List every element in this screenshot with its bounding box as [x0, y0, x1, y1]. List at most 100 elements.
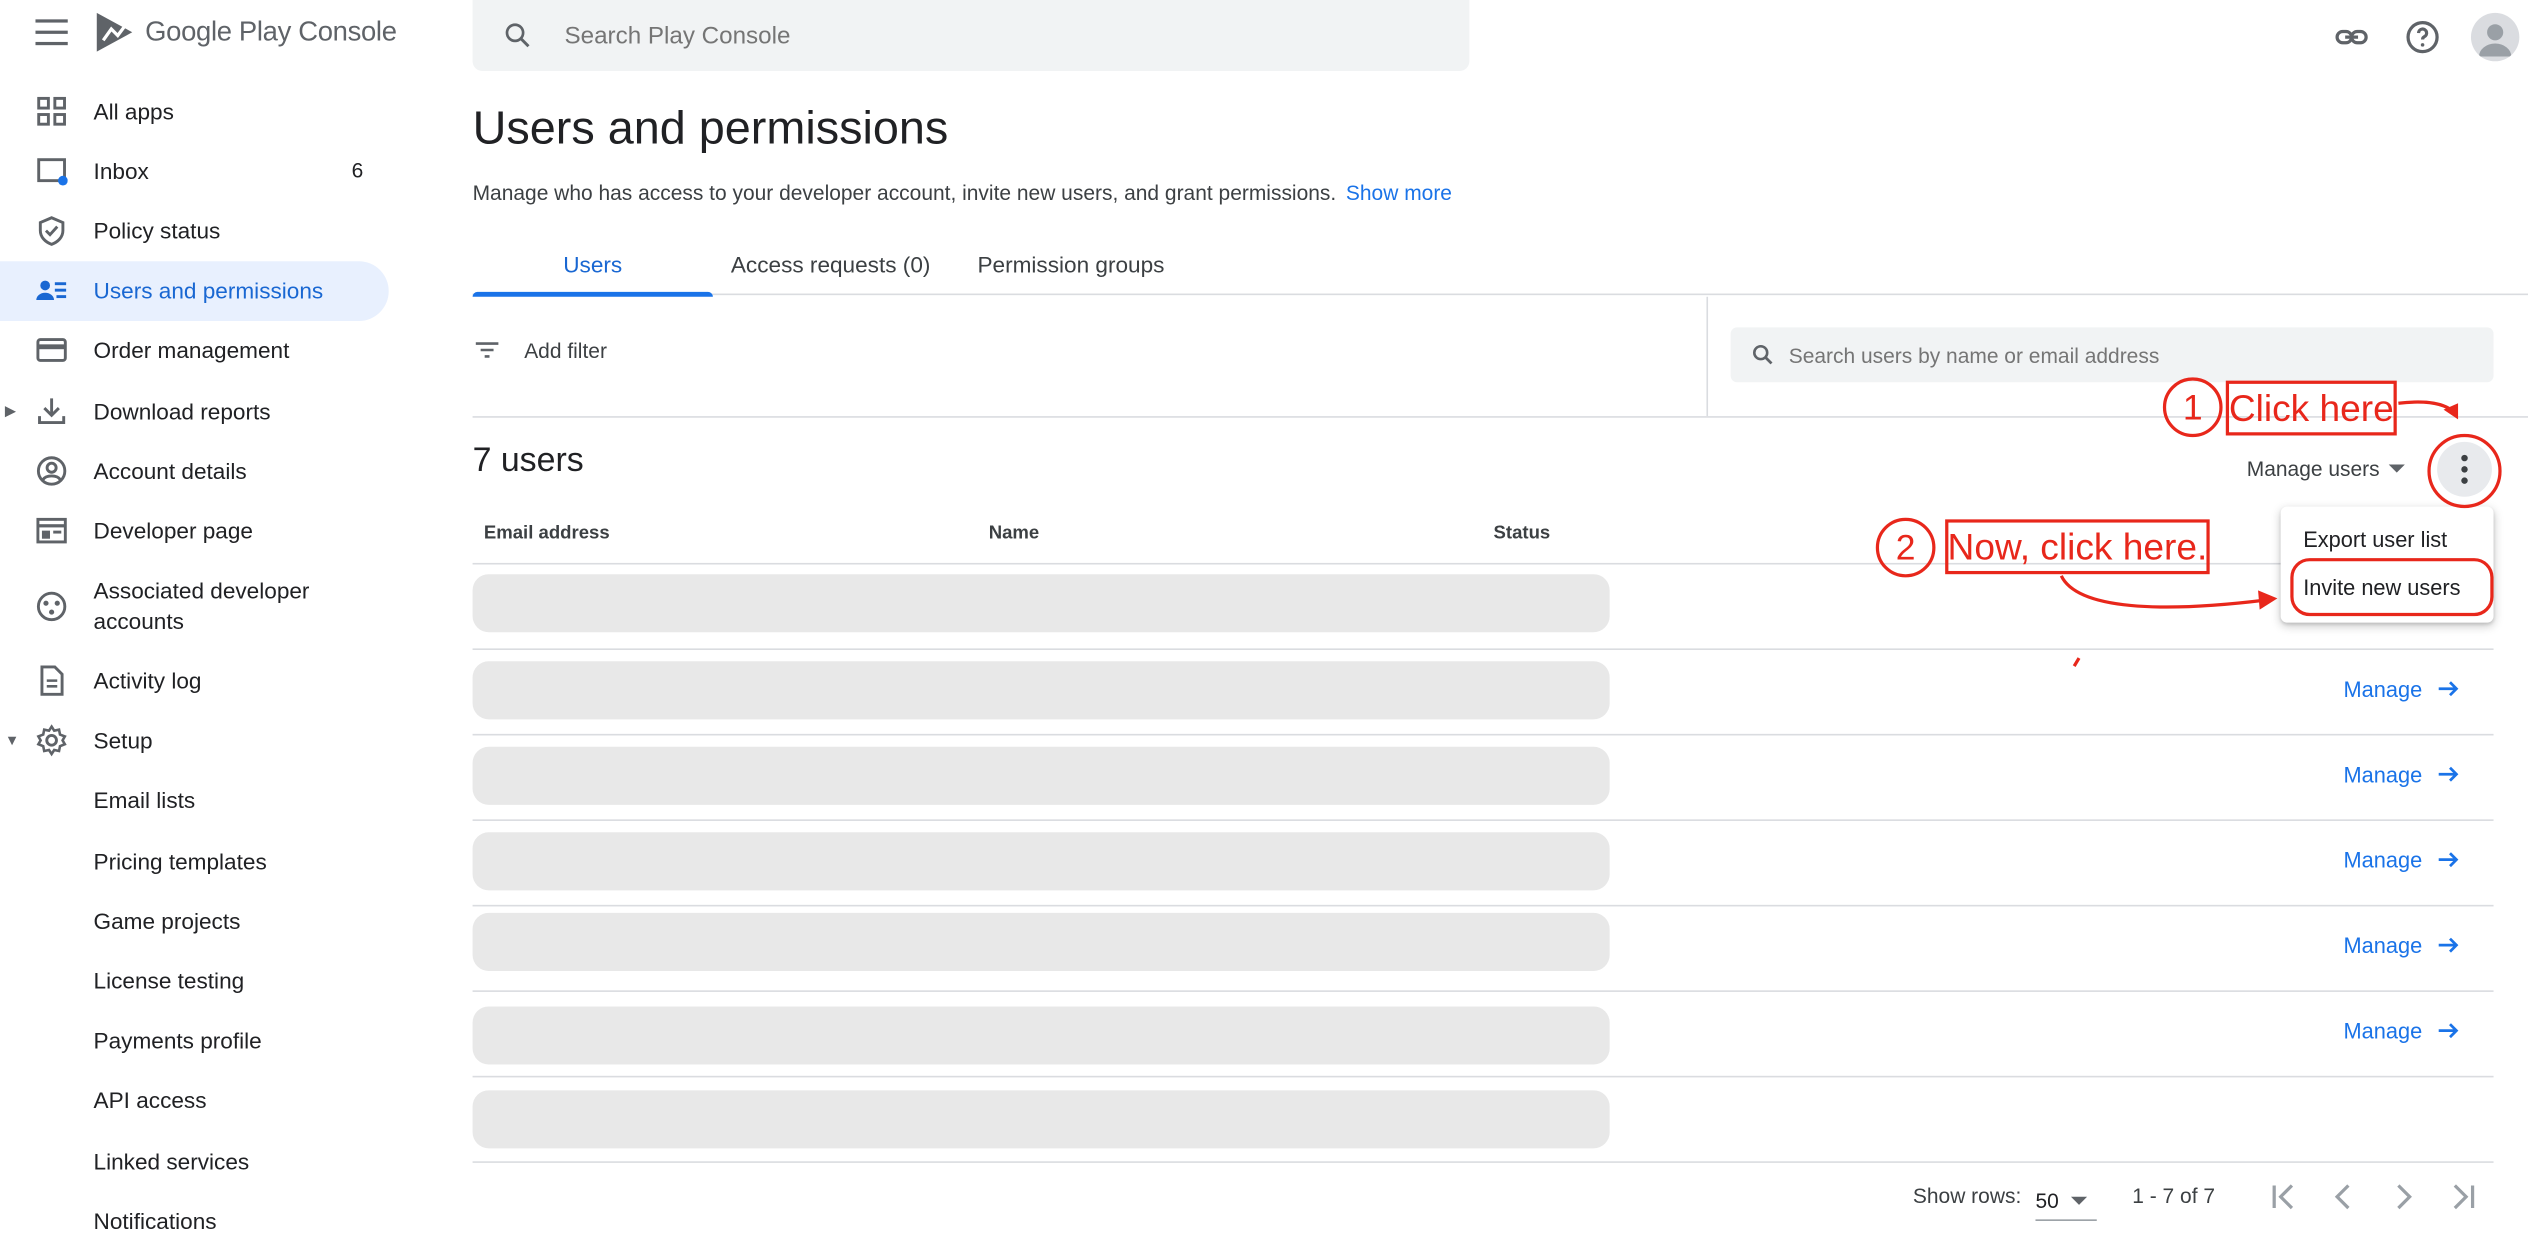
sidebar-item-order-management[interactable]: Order management: [0, 321, 403, 381]
table-row[interactable]: [472, 912, 1610, 971]
tab-access-requests[interactable]: Access requests (0): [724, 232, 937, 295]
pagination-range: 1 - 7 of 7: [2132, 1183, 2216, 1209]
sidebar-item-label: Order management: [93, 337, 290, 364]
top-actions: [2300, 12, 2528, 62]
menu-item-export-user-list[interactable]: Export user list: [2303, 527, 2447, 551]
manage-users-dropdown[interactable]: Manage users: [2247, 456, 2406, 481]
annotation-step1-number: 1: [2162, 377, 2223, 438]
tab-bar: Users Access requests (0) Permission gro…: [472, 232, 2528, 297]
manage-label: Manage: [2343, 933, 2423, 958]
next-page-icon[interactable]: [2384, 1177, 2423, 1216]
manage-label: Manage: [2343, 676, 2423, 701]
sidebar-item-linked-services[interactable]: Linked services: [0, 1131, 403, 1191]
manage-user-link[interactable]: Manage: [2344, 932, 2461, 958]
manage-label: Manage: [2343, 762, 2423, 787]
previous-page-icon[interactable]: [2324, 1177, 2363, 1216]
table-row[interactable]: [472, 746, 1610, 805]
rows-per-page-select[interactable]: 50: [2035, 1182, 2097, 1221]
search-bar[interactable]: [472, 0, 1470, 71]
account-icon: [2479, 24, 2512, 57]
tab-permission-groups[interactable]: Permission groups: [966, 232, 1176, 295]
app-logo[interactable]: Google Play Console: [94, 10, 397, 55]
search-input[interactable]: [564, 21, 1371, 50]
sidebar-item-developer-page[interactable]: Developer page: [0, 501, 403, 561]
sidebar-item-label: Setup: [93, 727, 153, 754]
sidebar-item-email-lists[interactable]: Email lists: [0, 771, 403, 831]
table-divider: [472, 1075, 2494, 1078]
manage-user-link[interactable]: Manage: [2344, 761, 2461, 787]
shield-icon: [38, 216, 65, 246]
table-row[interactable]: [472, 1090, 1610, 1149]
sidebar-item-setup[interactable]: ▼ Setup: [0, 711, 403, 771]
grid-icon: [37, 96, 66, 125]
document-icon: [40, 665, 64, 696]
rows-per-page-value: 50: [2035, 1188, 2059, 1213]
sidebar-item-download-reports[interactable]: ▶ Download reports: [0, 381, 403, 441]
user-count: 7 users: [472, 441, 584, 480]
sidebar-item-inbox[interactable]: Inbox 6: [0, 141, 403, 201]
table-row[interactable]: [472, 661, 1610, 720]
arrow-right-icon: [2438, 681, 2459, 697]
sidebar-item-label: Inbox: [93, 157, 149, 184]
add-filter-label: Add filter: [524, 337, 607, 363]
web-page-icon: [36, 517, 67, 544]
show-rows-label: Show rows:: [1912, 1183, 2022, 1209]
sidebar-item-notifications[interactable]: Notifications: [0, 1191, 403, 1251]
account-circle-icon: [36, 455, 67, 486]
table-row[interactable]: [472, 1006, 1610, 1065]
column-header-name[interactable]: Name: [989, 524, 1040, 543]
sidebar-item-label: All apps: [93, 97, 174, 124]
expand-caret-icon[interactable]: ▶: [5, 402, 16, 420]
sidebar-item-game-projects[interactable]: Game projects: [0, 891, 403, 951]
column-header-email[interactable]: Email address: [484, 524, 610, 543]
table-divider: [472, 990, 2494, 992]
help-icon[interactable]: [2403, 18, 2442, 57]
manage-user-link[interactable]: Manage: [2344, 676, 2461, 702]
table-row[interactable]: [472, 574, 1610, 633]
column-header-status[interactable]: Status: [1494, 524, 1551, 543]
sidebar-item-account-details[interactable]: Account details: [0, 441, 403, 501]
gear-icon: [36, 724, 67, 757]
arrow-right-icon: [2438, 852, 2459, 868]
sidebar-item-pricing-templates[interactable]: Pricing templates: [0, 831, 403, 891]
users-icon: [36, 280, 67, 301]
menu-icon[interactable]: [35, 19, 68, 48]
play-console-logo-icon: [96, 12, 133, 52]
user-search-input[interactable]: [1788, 342, 2467, 367]
sidebar-item-activity-log[interactable]: Activity log: [0, 651, 403, 711]
show-more-link[interactable]: Show more: [1346, 181, 1452, 205]
sidebar-item-label: Developer page: [93, 517, 253, 544]
manage-label: Manage: [2343, 1018, 2423, 1043]
table-divider: [472, 733, 2494, 736]
inbox-icon: [37, 157, 68, 186]
link-icon[interactable]: [2332, 18, 2371, 57]
last-page-icon[interactable]: [2444, 1177, 2483, 1216]
annotation-step1-label: Click here: [2225, 380, 2397, 436]
add-filter-button[interactable]: Add filter: [473, 335, 607, 364]
sidebar-item-policy-status[interactable]: Policy status: [0, 201, 403, 261]
credit-card-icon: [36, 338, 67, 363]
user-search-box[interactable]: [1730, 327, 2494, 383]
tab-users[interactable]: Users: [472, 232, 713, 297]
download-icon: [38, 397, 66, 424]
sidebar-item-label: Policy status: [93, 217, 221, 244]
table-divider: [472, 1161, 2494, 1163]
annotation-step2-label: Now, click here.: [1945, 519, 2210, 575]
sidebar-item-api-access[interactable]: API access: [0, 1071, 403, 1131]
manage-user-link[interactable]: Manage: [2344, 847, 2461, 873]
manage-user-link[interactable]: Manage: [2344, 1018, 2461, 1044]
first-page-icon[interactable]: [2265, 1177, 2304, 1216]
dropdown-arrow-icon: [2071, 1196, 2088, 1205]
avatar[interactable]: [2470, 12, 2520, 62]
sidebar-item-associated-developer-accounts[interactable]: Associated developer accounts: [0, 560, 403, 650]
inbox-count-badge: 6: [351, 158, 364, 183]
divider: [1706, 296, 1709, 417]
collapse-caret-icon[interactable]: ▼: [5, 733, 19, 749]
sidebar-item-license-testing[interactable]: License testing: [0, 951, 403, 1011]
sidebar-item-label: Users and permissions: [93, 277, 324, 304]
table-divider: [472, 648, 2494, 650]
table-row[interactable]: [472, 832, 1610, 891]
sidebar-item-all-apps[interactable]: All apps: [0, 81, 403, 141]
sidebar-item-payments-profile[interactable]: Payments profile: [0, 1011, 403, 1071]
sidebar-item-users-and-permissions[interactable]: Users and permissions: [0, 260, 389, 321]
